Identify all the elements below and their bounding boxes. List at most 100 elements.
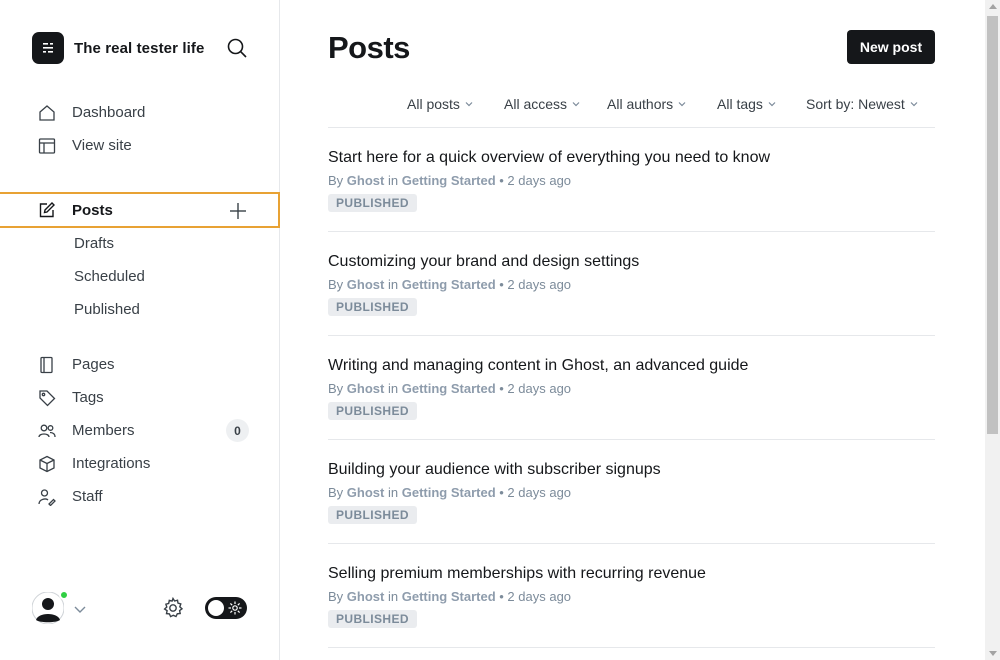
scrollbar-thumb[interactable] xyxy=(987,16,998,434)
sidebar-item-label: Pages xyxy=(72,356,115,373)
post-meta: By Ghost in Getting Started • 2 days ago xyxy=(328,589,572,604)
list-item[interactable]: Start here for a quick overview of every… xyxy=(328,128,935,232)
sidebar-item-published[interactable]: Published xyxy=(0,293,280,326)
post-author: Ghost xyxy=(346,381,385,396)
add-post-icon[interactable] xyxy=(228,201,248,221)
online-status-indicator xyxy=(59,590,69,600)
filter-authors[interactable]: All authors xyxy=(607,96,686,112)
filter-label: All tags xyxy=(717,96,763,112)
status-badge: PUBLISHED xyxy=(328,610,417,628)
sidebar-item-drafts[interactable]: Drafts xyxy=(0,227,280,260)
list-item[interactable]: Customizing your brand and design settin… xyxy=(328,232,935,336)
sidebar-item-label: Dashboard xyxy=(72,104,146,121)
sidebar-item-staff[interactable]: Staff xyxy=(0,480,280,513)
sidebar-item-tags[interactable]: Tags xyxy=(0,381,280,414)
chevron-down-icon xyxy=(768,102,776,107)
filter-bar: All posts All access All authors All tag… xyxy=(281,96,935,114)
members-icon xyxy=(38,422,56,440)
sidebar-item-integrations[interactable]: Integrations xyxy=(0,447,280,480)
post-tag: Getting Started xyxy=(401,589,496,604)
gear-icon[interactable] xyxy=(162,596,184,619)
ghost-logo-icon xyxy=(32,32,64,64)
post-title[interactable]: Selling premium memberships with recurri… xyxy=(328,565,706,583)
sort-order[interactable]: Sort by: Newest xyxy=(806,96,918,112)
post-time: • 2 days ago xyxy=(499,277,572,292)
toggle-knob xyxy=(208,600,224,616)
brand[interactable]: The real tester life xyxy=(32,32,204,64)
edit-icon xyxy=(38,201,56,219)
status-badge: PUBLISHED xyxy=(328,298,417,316)
post-title[interactable]: Start here for a quick overview of every… xyxy=(328,149,770,167)
sidebar-item-pages[interactable]: Pages xyxy=(0,348,280,381)
status-badge: PUBLISHED xyxy=(328,194,417,212)
filter-label: All access xyxy=(504,96,568,112)
list-item[interactable]: Writing and managing content in Ghost, a… xyxy=(328,336,935,440)
members-count-badge: 0 xyxy=(226,419,249,442)
sidebar-item-label: Staff xyxy=(72,488,103,505)
sidebar-item-label: Posts xyxy=(72,201,113,219)
sidebar-item-members[interactable]: Members 0 xyxy=(0,414,280,447)
status-badge: PUBLISHED xyxy=(328,402,417,420)
scroll-down-arrow-icon[interactable] xyxy=(989,651,997,656)
sidebar-item-label: Tags xyxy=(72,389,104,406)
box-icon xyxy=(38,455,56,473)
post-title[interactable]: Writing and managing content in Ghost, a… xyxy=(328,357,748,375)
main-content: Posts New post All posts All access All … xyxy=(281,0,985,660)
sun-icon xyxy=(228,601,242,615)
post-time: • 2 days ago xyxy=(499,589,572,604)
sidebar: The real tester life Dashboard View site… xyxy=(0,0,280,660)
post-author: Ghost xyxy=(346,485,385,500)
post-tag: Getting Started xyxy=(401,485,496,500)
filter-label: Sort by: Newest xyxy=(806,96,905,112)
sidebar-item-view-site[interactable]: View site xyxy=(0,129,280,162)
post-meta: By Ghost in Getting Started • 2 days ago xyxy=(328,485,572,500)
filter-label: All posts xyxy=(407,96,460,112)
sidebar-item-dashboard[interactable]: Dashboard xyxy=(0,96,280,129)
status-badge: PUBLISHED xyxy=(328,506,417,524)
chevron-down-icon xyxy=(910,102,918,107)
layout-icon xyxy=(38,137,56,155)
filter-tags[interactable]: All tags xyxy=(717,96,776,112)
list-item[interactable]: Selling premium memberships with recurri… xyxy=(328,544,935,648)
filter-access[interactable]: All access xyxy=(504,96,580,112)
filter-type[interactable]: All posts xyxy=(407,96,473,112)
chevron-down-icon[interactable] xyxy=(74,602,86,614)
scroll-up-arrow-icon[interactable] xyxy=(989,4,997,9)
filter-label: All authors xyxy=(607,96,674,112)
new-post-button[interactable]: New post xyxy=(847,30,935,64)
post-title[interactable]: Building your audience with subscriber s… xyxy=(328,461,661,479)
post-tag: Getting Started xyxy=(401,277,496,292)
main-nav: Dashboard View site xyxy=(0,96,280,162)
sidebar-item-posts[interactable]: Posts xyxy=(0,192,280,228)
chevron-down-icon xyxy=(678,102,686,107)
post-time: • 2 days ago xyxy=(499,173,572,188)
page-icon xyxy=(38,356,56,374)
site-title: The real tester life xyxy=(74,39,205,57)
sidebar-item-scheduled[interactable]: Scheduled xyxy=(0,260,280,293)
staff-icon xyxy=(38,488,56,506)
sidebar-item-label: Members xyxy=(72,422,135,439)
scrollbar[interactable] xyxy=(985,0,1000,660)
post-tag: Getting Started xyxy=(401,381,496,396)
secondary-nav: Pages Tags Members 0 Integrations Staff xyxy=(0,348,280,513)
list-item[interactable]: Building your audience with subscriber s… xyxy=(328,440,935,544)
search-icon[interactable] xyxy=(226,37,248,59)
dark-mode-toggle[interactable] xyxy=(205,597,247,619)
post-author: Ghost xyxy=(346,173,385,188)
posts-subnav: Drafts Scheduled Published xyxy=(0,227,280,326)
post-tag: Getting Started xyxy=(401,173,496,188)
home-icon xyxy=(38,104,56,122)
sidebar-item-label: View site xyxy=(72,137,132,154)
post-time: • 2 days ago xyxy=(499,485,572,500)
post-list: Start here for a quick overview of every… xyxy=(328,128,935,648)
post-meta: By Ghost in Getting Started • 2 days ago xyxy=(328,381,572,396)
post-meta: By Ghost in Getting Started • 2 days ago xyxy=(328,277,572,292)
chevron-down-icon xyxy=(465,102,473,107)
post-title[interactable]: Customizing your brand and design settin… xyxy=(328,253,639,271)
tag-icon xyxy=(38,389,56,407)
post-author: Ghost xyxy=(346,277,385,292)
post-time: • 2 days ago xyxy=(499,381,572,396)
sidebar-item-label: Integrations xyxy=(72,455,151,472)
page-title: Posts xyxy=(328,30,410,65)
chevron-down-icon xyxy=(572,102,580,107)
